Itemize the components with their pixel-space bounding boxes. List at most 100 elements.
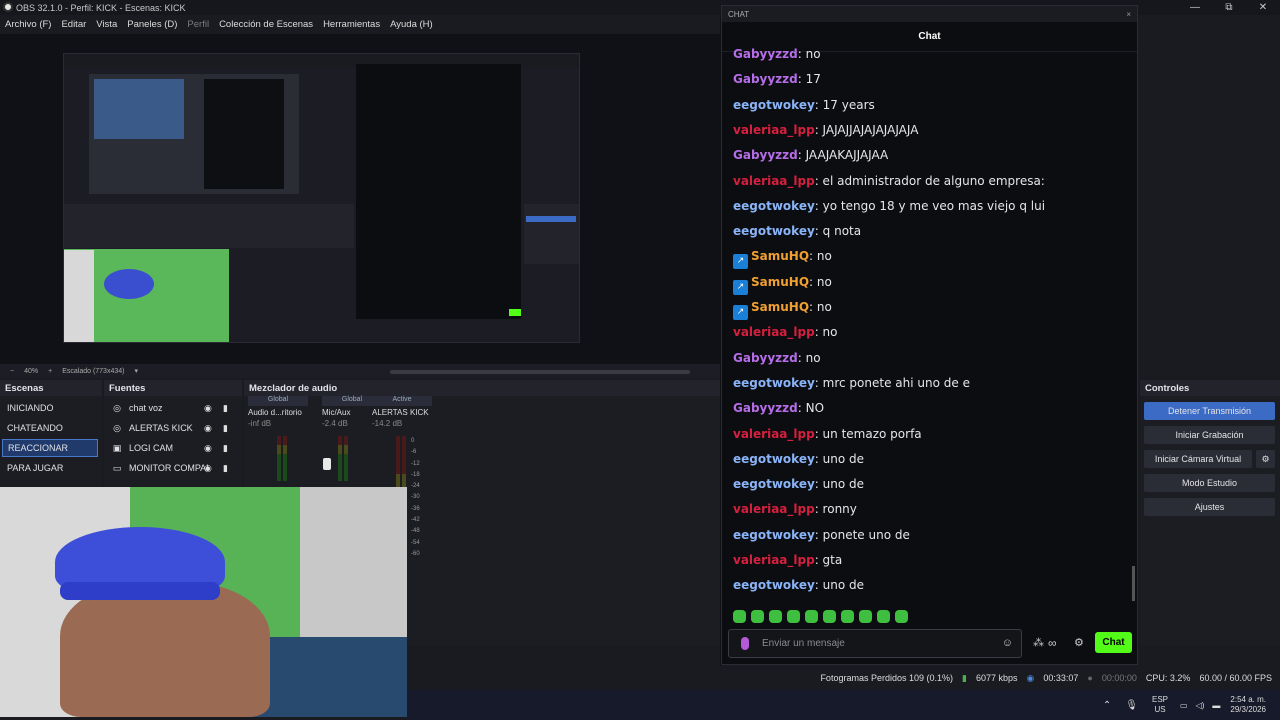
maximize-button[interactable]: ⧉ (1212, 0, 1246, 15)
source-label: chat voz (129, 403, 163, 413)
channel-name[interactable]: Audio d...ritorio (248, 408, 308, 417)
chat-message: eegotwokey: mrc ponete ahi uno de e (733, 376, 970, 390)
menu-vista[interactable]: Vista (91, 19, 122, 30)
chat-username[interactable]: valeriaa_lpp (733, 502, 815, 516)
emote-icon[interactable] (787, 610, 800, 623)
chat-username[interactable]: Gabyyzzd (733, 401, 798, 415)
mixer-channel-desktop: Global Audio d...ritorio -inf dB (248, 396, 308, 428)
emote-icon[interactable] (733, 610, 746, 623)
preview-horizontal-scrollbar[interactable] (390, 370, 690, 374)
emote-icon[interactable] (877, 610, 890, 623)
chat-text: : no (809, 300, 832, 314)
lock-icon[interactable]: ▮ (223, 443, 228, 454)
clock[interactable]: 2:54 a. m. 29/3/2026 (1230, 695, 1266, 715)
chat-username[interactable]: valeriaa_lpp (733, 325, 815, 339)
chat-username[interactable]: Gabyyzzd (733, 72, 798, 86)
chat-username[interactable]: valeriaa_lpp (733, 123, 815, 137)
lock-icon[interactable]: ▮ (223, 463, 228, 474)
menu-paneles[interactable]: Paneles (D) (122, 19, 182, 30)
visibility-eye-icon[interactable]: ◉ (204, 403, 212, 414)
chat-username[interactable]: eegotwokey (733, 376, 815, 390)
language-indicator[interactable]: ESP US (1152, 695, 1168, 715)
chat-scrollbar[interactable] (1132, 566, 1135, 601)
virtual-camera-settings-gear-icon[interactable]: ⚙ (1256, 450, 1275, 468)
start-virtual-camera-button[interactable]: Iniciar Cámara Virtual (1144, 450, 1252, 468)
microphone-tray-icon[interactable]: 🎙 (1125, 700, 1138, 711)
gear-icon[interactable]: ⚙ (1074, 636, 1084, 649)
source-label: MONITOR COMPAI (129, 463, 209, 473)
menu-herramientas[interactable]: Herramientas (318, 19, 385, 30)
chat-username[interactable]: eegotwokey (733, 528, 815, 542)
studio-mode-button[interactable]: Modo Estudio (1144, 474, 1275, 492)
start-recording-button[interactable]: Iniciar Grabación (1144, 426, 1275, 444)
speaker-icon[interactable]: ◁) (1196, 701, 1205, 710)
battery-icon[interactable]: ▬ (1212, 701, 1220, 710)
menu-ayuda[interactable]: Ayuda (H) (385, 19, 438, 30)
network-icon[interactable]: ▭ (1180, 701, 1188, 710)
menu-editar[interactable]: Editar (56, 19, 91, 30)
scene-item-reaccionar[interactable]: REACCIONAR (2, 439, 98, 457)
chat-username[interactable]: SamuHQ (751, 275, 809, 289)
chat-text: : no (809, 249, 832, 264)
microphone-icon[interactable] (741, 637, 749, 650)
controls-title: Controles (1145, 382, 1190, 394)
emote-icon[interactable] (859, 610, 872, 623)
source-item-chat-voz[interactable]: ◎ chat voz ◉ ▮ (108, 399, 236, 417)
chat-username[interactable]: eegotwokey (733, 452, 815, 466)
minimize-button[interactable]: — (1178, 0, 1212, 15)
visibility-eye-icon[interactable]: ◉ (204, 443, 212, 454)
chat-message: valeriaa_lpp: JAJAJJAJAJAJAJAJA (733, 123, 918, 137)
emote-icon[interactable] (841, 610, 854, 623)
chat-text: : JAAJAKAJJAJAA (797, 148, 889, 163)
chat-send-button[interactable]: Chat (1095, 632, 1132, 653)
users-icon[interactable]: ⁂ (1033, 636, 1044, 649)
chat-text: : uno de (814, 451, 865, 466)
scene-item-iniciando[interactable]: INICIANDO (2, 399, 98, 417)
chat-username[interactable]: SamuHQ (751, 249, 809, 263)
chat-username[interactable]: SamuHQ (751, 300, 809, 314)
webcam-feed (0, 487, 407, 717)
chevron-up-icon[interactable]: ⌃ (1103, 700, 1111, 711)
emote-icon[interactable] (751, 610, 764, 623)
chat-username[interactable]: eegotwokey (733, 199, 815, 213)
emote-icon[interactable] (895, 610, 908, 623)
chat-username[interactable]: eegotwokey (733, 98, 815, 112)
chat-username[interactable]: eegotwokey (733, 578, 815, 592)
visibility-eye-icon[interactable]: ◉ (204, 423, 212, 434)
emote-icon[interactable] (823, 610, 836, 623)
chat-username[interactable]: Gabyyzzd (733, 148, 798, 162)
chat-text: : yo tengo 18 y me veo mas viejo q lui (814, 198, 1046, 213)
infinity-icon[interactable]: ∞ (1048, 636, 1057, 650)
chat-username[interactable]: Gabyyzzd (733, 47, 798, 61)
chat-message-input[interactable]: Enviar un mensaje ☺ (728, 629, 1022, 658)
scene-item-chateando[interactable]: CHATEANDO (2, 419, 98, 437)
chat-username[interactable]: valeriaa_lpp (733, 553, 815, 567)
close-button[interactable]: ✕ (1246, 0, 1280, 15)
chat-username[interactable]: valeriaa_lpp (733, 174, 815, 188)
chat-username[interactable]: eegotwokey (733, 224, 815, 238)
scene-item-para-jugar[interactable]: PARA JUGAR (2, 459, 98, 477)
menu-coleccion-escenas[interactable]: Colección de Escenas (214, 19, 318, 30)
volume-slider-handle[interactable] (323, 458, 331, 470)
visibility-eye-icon[interactable]: ◉ (204, 463, 212, 474)
zoom-in-button[interactable]: + (48, 368, 52, 375)
source-item-logi-cam[interactable]: ▣ LOGI CAM ◉ ▮ (108, 439, 236, 457)
source-item-alertas-kick[interactable]: ◎ ALERTAS KICK ◉ ▮ (108, 419, 236, 437)
channel-name[interactable]: ALERTAS KICK (372, 408, 432, 417)
menu-perfil[interactable]: Perfil (182, 19, 214, 30)
chat-username[interactable]: eegotwokey (733, 477, 815, 491)
emote-icon[interactable] (805, 610, 818, 623)
chat-username[interactable]: valeriaa_lpp (733, 427, 815, 441)
emote-icon[interactable] (769, 610, 782, 623)
chat-username[interactable]: Gabyyzzd (733, 351, 798, 365)
stop-streaming-button[interactable]: Detener Transmisión (1144, 402, 1275, 420)
lock-icon[interactable]: ▮ (223, 403, 228, 414)
settings-button[interactable]: Ajustes (1144, 498, 1275, 516)
emoji-icon[interactable]: ☺ (1002, 637, 1013, 649)
zoom-dropdown-chevron-icon[interactable]: ▾ (134, 367, 138, 375)
zoom-out-button[interactable]: − (10, 368, 14, 375)
source-item-monitor[interactable]: ▭ MONITOR COMPAI ◉ ▮ (108, 459, 236, 477)
chat-close-icon[interactable]: × (1126, 10, 1131, 19)
lock-icon[interactable]: ▮ (223, 423, 228, 434)
menu-archivo[interactable]: Archivo (F) (0, 19, 56, 30)
